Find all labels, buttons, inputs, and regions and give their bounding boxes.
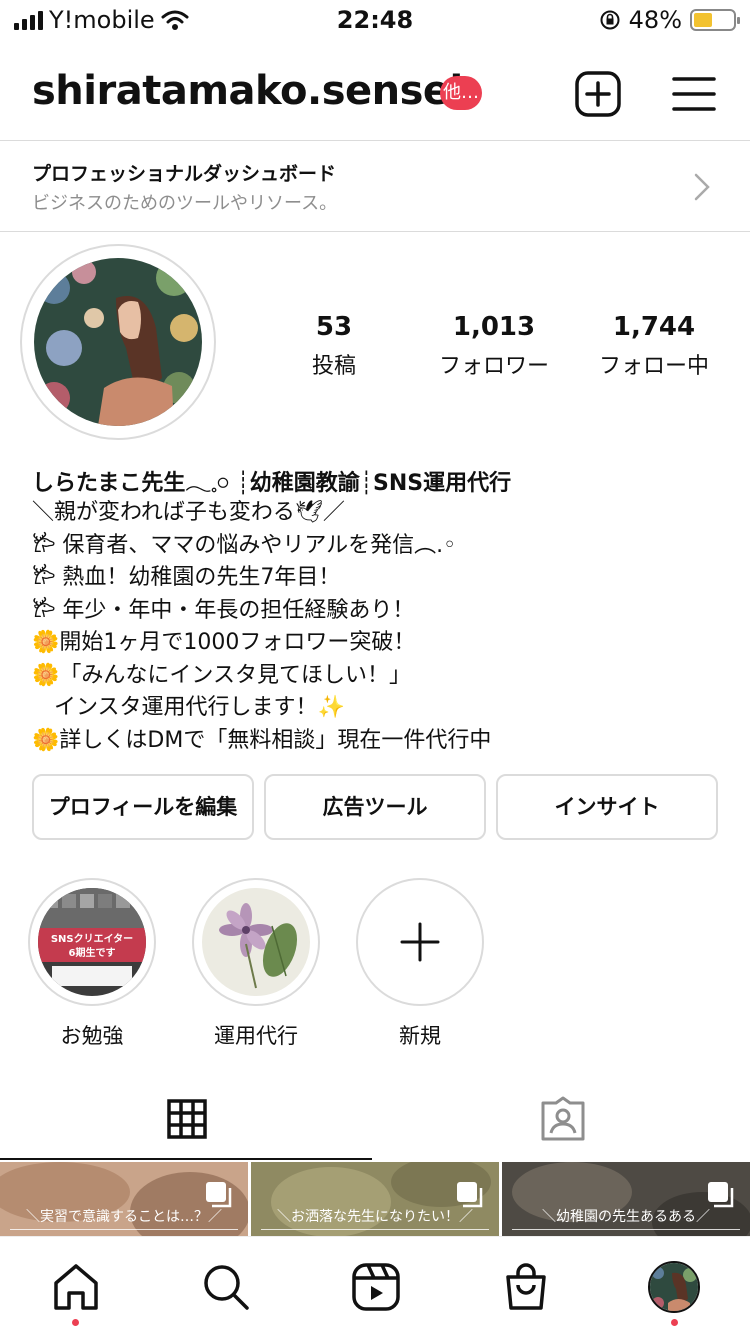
bio-line: 🌼詳しくはDMで「無料相談」現在一件代行中 [32,727,492,753]
profile-avatar [34,258,202,426]
insights-button[interactable]: インサイト [496,774,718,840]
post-caption: ＼お洒落な先生になりたい！／ [261,1206,489,1230]
post-tile[interactable]: ＼お洒落な先生になりたい！／ [251,1162,499,1242]
battery-icon [690,9,740,31]
create-post-icon[interactable] [574,70,622,118]
battery-percent: 48% [628,6,682,34]
bio-line: インスタ運用代行します！✨ [32,695,345,720]
active-tab-indicator [0,1158,372,1160]
profile-bio: しらたまこ先生𓂃𓈒𓏸 ┊幼稚園教諭┊SNS運用代行 ＼親が変われば子も変わる🕊／… [32,462,722,754]
post-caption: ＼実習で意識することは…？／ [10,1206,238,1230]
bio-line: 𐂂 熱血！幼稚園の先生7年目！ [32,565,341,590]
dashboard-title: プロフェッショナルダッシュボード [32,163,337,185]
posts-count[interactable]: 53 投稿 [254,312,414,380]
dashboard-subtitle: ビジネスのためのツールやリソース。 [32,193,338,214]
profile-header: shiratamako.sensei 他… [0,60,750,130]
display-name: しらたまこ先生𓂃𓈒𓏸 ┊幼稚園教諭┊SNS運用代行 [32,471,512,496]
highlight-label: お勉強 [60,1024,124,1048]
shop-icon[interactable] [500,1261,552,1313]
bio-line: 𐂂 年少・年中・年長の担任経験あり！ [32,597,415,623]
following-count-label: フォロー中 [598,354,709,379]
menu-icon[interactable] [670,70,718,118]
followers-count[interactable]: 1,013 フォロワー [414,312,574,380]
reels-icon[interactable] [350,1261,402,1313]
tab-posts-grid[interactable] [0,1090,372,1160]
highlight-new[interactable]: 新規 [356,878,484,1050]
svg-text:6期生です: 6期生です [69,946,116,959]
highlight-ring: SNSクリエイター 6期生です [28,878,156,1006]
ad-tools-button[interactable]: 広告ツール [264,774,486,840]
chevron-right-icon [694,173,710,201]
highlight-agency[interactable]: 運用代行 [192,878,320,1050]
post-tile[interactable]: ＼実習で意識することは…？／ [0,1162,248,1242]
professional-dashboard-row[interactable]: プロフェッショナルダッシュボード ビジネスのためのツールやリソース。 [0,141,750,231]
orientation-lock-icon [600,10,620,30]
profile-avatar-ring[interactable] [20,244,216,440]
following-count-value: 1,744 [612,312,696,342]
tab-tagged[interactable] [378,1090,750,1160]
highlight-cover: SNSクリエイター 6期生です [38,888,146,996]
bio-line: ＼親が変われば子も変わる🕊／ [32,500,345,525]
following-count[interactable]: 1,744 フォロー中 [574,312,734,380]
highlight-study[interactable]: SNSクリエイター 6期生です お勉強 [28,878,156,1050]
divider [0,231,750,232]
profile-avatar[interactable] [648,1261,700,1313]
highlight-label: 新規 [399,1024,441,1048]
bio-line: 🌼開始1ヶ月で1000フォロワー突破！ [32,630,416,655]
home-icon[interactable] [50,1261,102,1313]
username-switcher[interactable]: shiratamako.sensei [32,68,463,114]
profile-avatar-image [650,1263,698,1311]
highlight-cover [202,888,310,996]
home-activity-dot [72,1319,79,1326]
plus-icon [400,922,440,962]
search-icon[interactable] [200,1261,252,1313]
notification-badge[interactable]: 他… [440,76,482,110]
bio-line: 🌼「みんなにインスタ見てほしい！」 [32,662,411,688]
posts-count-value: 53 [315,312,353,342]
svg-text:SNSクリエイター: SNSクリエイター [51,933,133,945]
highlight-ring [192,878,320,1006]
post-tile[interactable]: ＼幼稚園の先生あるある／ [502,1162,750,1242]
posts-count-label: 投稿 [311,354,356,379]
highlight-ring [356,878,484,1006]
status-bar: Y!mobile 22:48 48% [0,0,750,40]
highlight-label: 運用代行 [214,1024,298,1048]
tagged-icon [541,1096,585,1141]
followers-count-label: フォロワー [438,354,549,379]
followers-count-value: 1,013 [452,312,536,342]
profile-activity-dot [671,1319,678,1326]
post-caption: ＼幼稚園の先生あるある／ [512,1206,740,1230]
bottom-navigation [0,1236,750,1334]
bio-line: 𐂂 保育者、ママの悩みやリアルを発信︵.◦ [32,532,457,558]
edit-profile-button[interactable]: プロフィールを編集 [32,774,254,840]
grid-icon [167,1099,207,1139]
